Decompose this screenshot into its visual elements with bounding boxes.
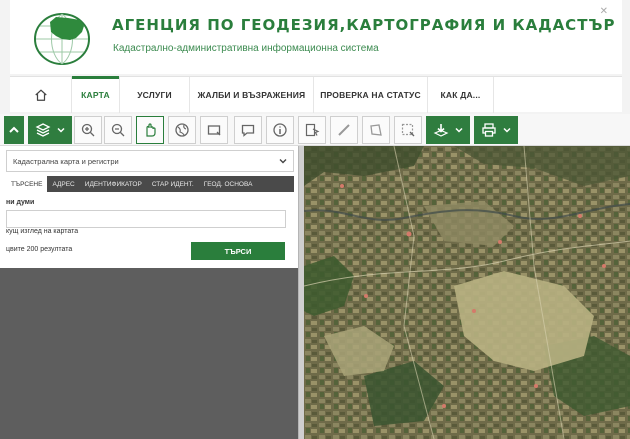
select-rectangle-icon bbox=[207, 125, 221, 136]
identify-icon bbox=[305, 123, 320, 137]
nav-item-status-check[interactable]: ПРОВЕРКА НА СТАТУС bbox=[314, 77, 428, 113]
nav-item-map[interactable]: КАРТА bbox=[72, 76, 120, 113]
pan-button[interactable] bbox=[136, 116, 164, 144]
search-tabs: ТЪРСЕНЕ АДРЕС ИДЕНТИФИКАТОР СТАР ИДЕНТ. … bbox=[6, 176, 294, 192]
collapse-up-icon bbox=[9, 126, 19, 133]
comment-icon bbox=[241, 124, 255, 137]
download-button[interactable] bbox=[426, 116, 470, 144]
layers-button[interactable] bbox=[28, 116, 72, 144]
measure-area-icon bbox=[370, 124, 382, 136]
tab-address[interactable]: АДРЕС bbox=[47, 176, 79, 192]
main-nav: КАРТА УСЛУГИ ЖАЛБИ И ВЪЗРАЖЕНИЯ ПРОВЕРКА… bbox=[10, 76, 622, 113]
globe-icon bbox=[175, 123, 189, 137]
agency-title: АГЕНЦИЯ ПО ГЕОДЕЗИЯ,КАРТОГРАФИЯ И КАДАСТ… bbox=[112, 16, 616, 34]
print-button[interactable] bbox=[474, 116, 518, 144]
app-window: АГЕНЦИЯ ПО ГЕОДЕЗИЯ,КАРТОГРАФИЯ И КАДАСТ… bbox=[0, 0, 630, 439]
tab-geodetic-base[interactable]: ГЕОД. ОСНОВА bbox=[199, 176, 258, 192]
chevron-down-icon bbox=[503, 127, 511, 133]
search-panel: Кадастрална карта и регистри ТЪРСЕНЕ АДР… bbox=[0, 146, 298, 268]
search-button[interactable]: ТЪРСИ bbox=[191, 242, 285, 260]
identify-button[interactable] bbox=[298, 116, 326, 144]
select-area-button[interactable] bbox=[394, 116, 422, 144]
layer-select-value: Кадастрална карта и регистри bbox=[13, 156, 119, 166]
agency-subtitle: Кадастрално-административна информационн… bbox=[113, 43, 379, 54]
globe-button[interactable] bbox=[168, 116, 196, 144]
measure-area-button[interactable] bbox=[362, 116, 390, 144]
download-icon bbox=[433, 124, 449, 137]
info-button[interactable] bbox=[266, 116, 294, 144]
home-icon bbox=[34, 89, 47, 101]
layer-select[interactable]: Кадастрална карта и регистри bbox=[6, 150, 294, 172]
satellite-imagery bbox=[304, 146, 630, 439]
nav-item-complaints[interactable]: ЖАЛБИ И ВЪЗРАЖЕНИЯ bbox=[190, 77, 314, 113]
comment-button[interactable] bbox=[234, 116, 262, 144]
select-rectangle-button[interactable] bbox=[200, 116, 228, 144]
pan-hand-icon bbox=[146, 123, 156, 137]
zoom-in-icon bbox=[81, 123, 95, 137]
close-icon[interactable]: ✕ bbox=[600, 6, 608, 17]
select-area-icon bbox=[401, 123, 415, 137]
collapse-panel-button[interactable] bbox=[4, 116, 24, 144]
zoom-out-button[interactable] bbox=[104, 116, 132, 144]
search-label: ни думи bbox=[6, 199, 35, 206]
nav-home[interactable] bbox=[10, 77, 72, 113]
nav-item-services[interactable]: УСЛУГИ bbox=[120, 77, 190, 113]
site-header: АГЕНЦИЯ ПО ГЕОДЕЗИЯ,КАРТОГРАФИЯ И КАДАСТ… bbox=[10, 0, 622, 74]
layers-icon bbox=[35, 123, 51, 137]
chevron-down-icon bbox=[279, 159, 287, 164]
zoom-out-icon bbox=[111, 123, 125, 137]
chevron-down-icon bbox=[455, 127, 463, 133]
map-toolbar bbox=[0, 114, 630, 146]
print-icon bbox=[482, 123, 496, 137]
tab-old-identifier[interactable]: СТАР ИДЕНТ. bbox=[147, 176, 199, 192]
globe-bulgaria-logo bbox=[34, 13, 90, 65]
measure-distance-button[interactable] bbox=[330, 116, 358, 144]
chevron-down-icon bbox=[57, 127, 65, 133]
nav-item-how-to[interactable]: КАК ДА... bbox=[428, 77, 494, 113]
map-view[interactable] bbox=[304, 146, 630, 439]
tab-identifier[interactable]: ИДЕНТИФИКАТОР bbox=[80, 176, 147, 192]
option-current-view[interactable]: кущ изглед на картата bbox=[6, 228, 78, 235]
measure-distance-icon bbox=[338, 124, 350, 136]
zoom-in-button[interactable] bbox=[74, 116, 102, 144]
search-input[interactable] bbox=[6, 210, 286, 228]
info-icon bbox=[273, 123, 287, 137]
side-panel: Кадастрална карта и регистри ТЪРСЕНЕ АДР… bbox=[0, 146, 298, 439]
tab-search[interactable]: ТЪРСЕНЕ bbox=[6, 176, 48, 192]
option-first-200-results[interactable]: цвите 200 резултата bbox=[6, 246, 72, 253]
